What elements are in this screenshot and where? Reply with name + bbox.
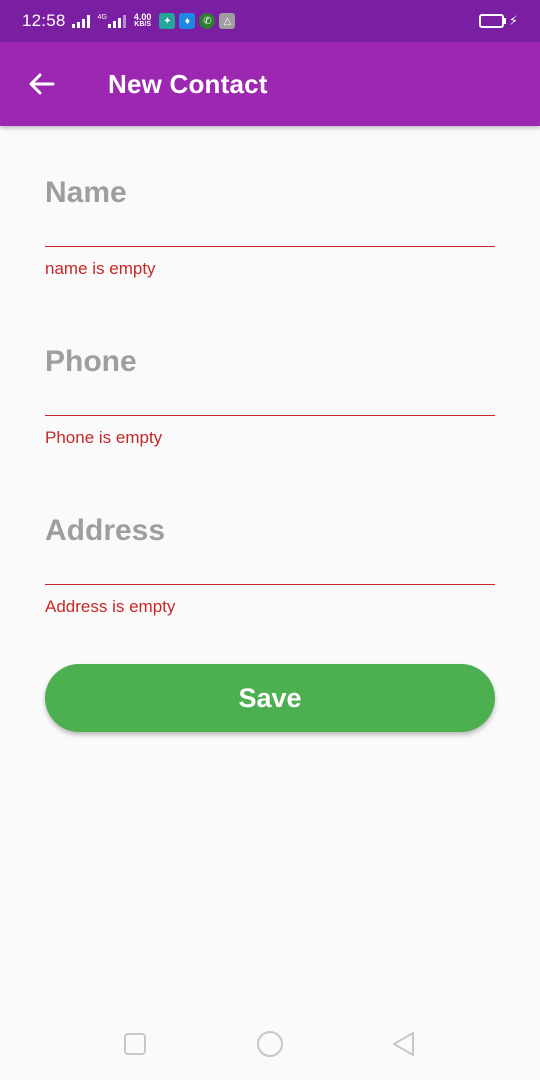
drive-icon: △ (219, 13, 236, 29)
nav-back-button[interactable] (386, 1026, 422, 1062)
name-field[interactable] (45, 166, 495, 247)
app-icon: ✦ (159, 13, 176, 29)
notification-icons: ✦ ♦ ✆ △ (159, 13, 236, 29)
recent-apps-button[interactable] (117, 1026, 153, 1062)
home-icon (257, 1031, 283, 1057)
network-speed-unit: KB/S (134, 21, 152, 28)
save-button[interactable]: Save (45, 664, 495, 732)
app-icon: ♦ (179, 13, 196, 29)
charging-icon: ⚡ (508, 13, 518, 28)
home-button[interactable] (252, 1026, 288, 1062)
back-icon (393, 1032, 414, 1056)
phone-field[interactable] (45, 335, 495, 416)
status-time: 12:58 (22, 11, 66, 30)
page-title: New Contact (108, 68, 268, 99)
address-error: Address is empty (45, 597, 176, 616)
arrow-back-icon (29, 73, 55, 95)
status-bar: 12:58 4G 4.00 KB/S ✦ ♦ ✆ △ ⚡ (0, 0, 540, 42)
battery-icon: ⚡ (478, 13, 518, 29)
whatsapp-icon: ✆ (199, 13, 216, 29)
phone-error: Phone is empty (45, 428, 163, 447)
app-bar: New Contact (0, 42, 540, 126)
address-field[interactable] (45, 504, 495, 585)
recent-apps-icon (124, 1033, 146, 1055)
contact-form: name is empty Phone is empty Address is … (45, 126, 495, 633)
back-button[interactable] (18, 60, 66, 108)
network-speed: 4.00 KB/S (134, 13, 152, 29)
network-type: 4G (97, 13, 107, 21)
name-error: name is empty (45, 259, 156, 278)
navigation-bar (0, 1008, 540, 1080)
phone-field-group: Phone is empty (45, 295, 495, 464)
signal-icon (71, 14, 90, 28)
name-field-group: name is empty (45, 126, 495, 295)
signal-icon-2 (107, 14, 126, 28)
address-field-group: Address is empty (45, 464, 495, 633)
